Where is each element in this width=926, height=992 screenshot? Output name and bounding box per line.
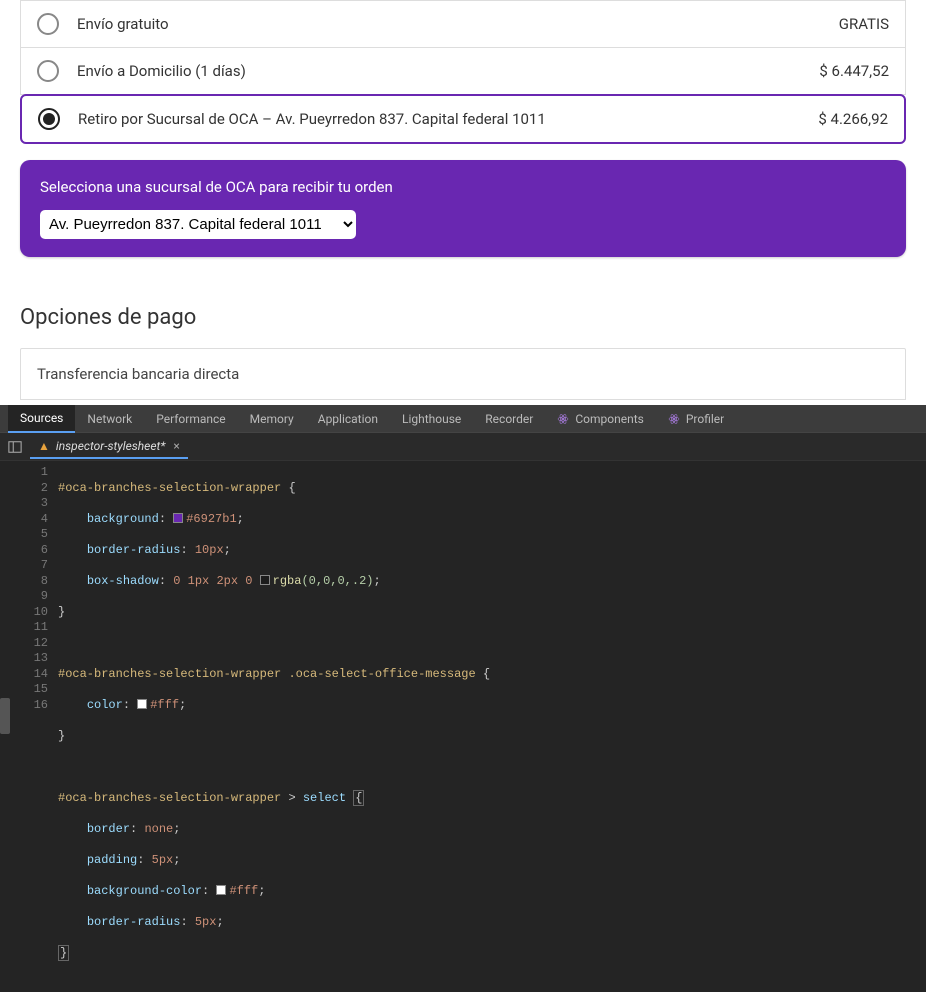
file-name: inspector-stylesheet* xyxy=(56,439,165,453)
shipping-price: GRATIS xyxy=(839,15,889,33)
warning-icon: ▲ xyxy=(38,439,50,453)
shipping-label: Envío gratuito xyxy=(77,15,839,33)
oca-branch-selector-panel: Selecciona una sucursal de OCA para reci… xyxy=(20,160,906,257)
tab-memory[interactable]: Memory xyxy=(238,406,306,432)
shipping-option-free[interactable]: Envío gratuito GRATIS xyxy=(20,0,906,48)
tab-network[interactable]: Network xyxy=(75,406,144,432)
shipping-option-home[interactable]: Envío a Domicilio (1 días) $ 6.447,52 xyxy=(20,48,906,95)
tab-application[interactable]: Application xyxy=(306,406,390,432)
devtools-subbar: ▲ inspector-stylesheet* × xyxy=(0,433,926,461)
shipping-option-oca[interactable]: Retiro por Sucursal de OCA – Av. Pueyrre… xyxy=(20,94,906,144)
radio-icon[interactable] xyxy=(38,108,60,130)
code-editor[interactable]: 1 2 3 4 5 6 7 8 9 10 11 12 13 14 15 16 #… xyxy=(0,461,926,992)
shipping-price: $ 4.266,92 xyxy=(818,110,888,128)
oca-branch-select[interactable]: Av. Pueyrredon 837. Capital federal 1011 xyxy=(40,210,356,239)
tab-recorder[interactable]: Recorder xyxy=(473,406,545,432)
close-icon[interactable]: × xyxy=(173,439,179,453)
color-swatch-icon[interactable] xyxy=(260,575,270,585)
scrollbar-thumb[interactable] xyxy=(0,698,10,734)
tab-performance[interactable]: Performance xyxy=(144,406,237,432)
radio-icon[interactable] xyxy=(37,60,59,82)
react-icon xyxy=(668,413,680,425)
shipping-price: $ 6.447,52 xyxy=(819,62,889,80)
payment-method-label: Transferencia bancaria directa xyxy=(37,365,239,383)
tab-profiler[interactable]: Profiler xyxy=(656,406,736,432)
code-content[interactable]: #oca-branches-selection-wrapper { backgr… xyxy=(58,465,926,992)
tab-sources[interactable]: Sources xyxy=(8,405,75,433)
color-swatch-icon[interactable] xyxy=(137,699,147,709)
tab-lighthouse[interactable]: Lighthouse xyxy=(390,406,473,432)
shipping-label: Retiro por Sucursal de OCA – Av. Pueyrre… xyxy=(78,110,818,128)
color-swatch-icon[interactable] xyxy=(216,885,226,895)
payment-method-box[interactable]: Transferencia bancaria directa xyxy=(20,348,906,400)
react-icon xyxy=(557,413,569,425)
payment-section-title: Opciones de pago xyxy=(20,305,906,330)
panel-toggle-icon[interactable] xyxy=(4,436,26,458)
radio-icon[interactable] xyxy=(37,13,59,35)
oca-message: Selecciona una sucursal de OCA para reci… xyxy=(40,178,886,196)
color-swatch-icon[interactable] xyxy=(173,513,183,523)
devtools-panel: Sources Network Performance Memory Appli… xyxy=(0,405,926,734)
devtools-tabs: Sources Network Performance Memory Appli… xyxy=(0,405,926,433)
tab-components[interactable]: Components xyxy=(545,406,656,432)
shipping-label: Envío a Domicilio (1 días) xyxy=(77,62,819,80)
file-tab[interactable]: ▲ inspector-stylesheet* × xyxy=(30,435,188,459)
